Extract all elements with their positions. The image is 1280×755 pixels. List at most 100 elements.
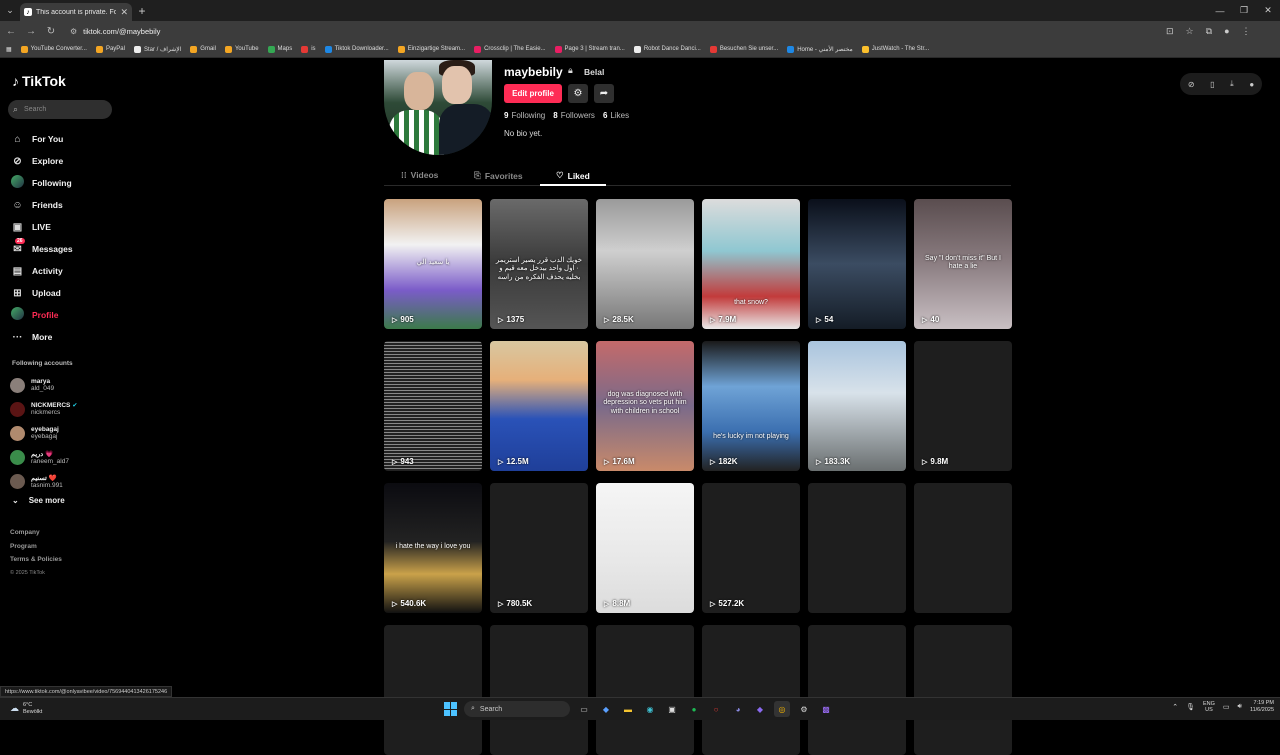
sidebar-item-explore[interactable]: ⊘ Explore <box>11 150 73 172</box>
bookmark-item[interactable]: Gmail <box>190 45 216 53</box>
browser-tab[interactable]: ♪ This account is private. Follow t ✕ <box>20 3 132 21</box>
video-thumbnail[interactable] <box>490 625 588 755</box>
sidebar-item-following[interactable]: Following <box>11 172 73 194</box>
video-thumbnail[interactable]: that snow? ▷ 7.9M <box>702 199 800 329</box>
tab-favorites[interactable]: ⎘ Favorites <box>474 170 523 181</box>
video-thumbnail[interactable] <box>808 625 906 755</box>
user-avatar-icon[interactable]: ● <box>1249 80 1254 89</box>
chrome-icon[interactable]: ◎ <box>774 701 790 717</box>
opera-icon[interactable]: ○ <box>708 701 724 717</box>
close-window-icon[interactable]: ✕ <box>1256 0 1280 21</box>
see-more-button[interactable]: ⌄ See more <box>12 496 65 505</box>
url-field[interactable]: ⚙ tiktok.com/@maybebily <box>66 23 1146 39</box>
video-thumbnail[interactable] <box>384 625 482 755</box>
sidebar-item-messages[interactable]: ✉ 26 Messages <box>11 237 73 260</box>
microphone-icon[interactable]: 🎙︎ <box>1186 703 1195 711</box>
tiktok-logo[interactable]: ♪ TikTok <box>12 73 66 89</box>
footer-link-company[interactable]: Company <box>10 529 62 543</box>
video-thumbnail[interactable]: ▷ 943 <box>384 341 482 471</box>
back-icon[interactable]: ← <box>6 26 16 37</box>
tray-chevron-icon[interactable]: ⌃ <box>1172 703 1178 711</box>
share-icon[interactable]: ➦ <box>594 84 614 103</box>
sidebar-item-for-you[interactable]: ⌂ For You <box>11 128 73 150</box>
edit-profile-button[interactable]: Edit profile <box>504 84 562 103</box>
new-tab-icon[interactable]: + <box>132 4 152 18</box>
bookmark-item[interactable]: Tiktok Downloader... <box>324 45 389 53</box>
weather-widget[interactable]: ☁ 6°C Bewölkt <box>10 702 42 715</box>
video-thumbnail[interactable]: ▷ 8.8M <box>596 483 694 613</box>
spotify-icon[interactable]: ● <box>686 701 702 717</box>
bookmark-item[interactable]: Maps <box>267 45 292 53</box>
tab-liked[interactable]: ♡ Liked <box>556 170 590 181</box>
video-thumbnail[interactable]: ▷ 9.8M <box>914 341 1012 471</box>
sidebar-item-friends[interactable]: ☺ Friends <box>11 194 73 216</box>
bookmark-item[interactable]: YouTube Converter... <box>20 45 87 53</box>
clock[interactable]: 7:19 PM 11/6/2025 <box>1250 700 1274 714</box>
bookmark-item[interactable]: Home - مختصر الأمني <box>787 45 853 53</box>
bookmark-star-icon[interactable]: ☆ <box>1186 26 1194 37</box>
following-stat[interactable]: 9 Following <box>504 111 545 120</box>
visual-studio-icon[interactable]: ◆ <box>752 701 768 717</box>
browser-menu-icon[interactable]: ⋮ <box>1242 26 1251 37</box>
task-view-icon[interactable]: ▭ <box>576 701 592 717</box>
video-thumbnail[interactable]: he's lucky im not playing ▷ 182K <box>702 341 800 471</box>
settings-icon[interactable]: ⚙ <box>796 701 812 717</box>
footer-link-program[interactable]: Program <box>10 543 62 557</box>
tab-search-icon[interactable]: ⌄ <box>0 0 20 21</box>
apps-grid-icon[interactable]: ▦ <box>6 46 12 53</box>
restore-icon[interactable]: ❐ <box>1232 0 1256 21</box>
video-thumbnail[interactable]: خويك الدب قرر يصير استريمر · اول واحد بي… <box>490 199 588 329</box>
bookmark-item[interactable]: Robot Dance Danci... <box>633 45 701 53</box>
search-input[interactable]: ⌕ Search <box>8 100 112 119</box>
video-thumbnail[interactable]: ▷ 527.2K <box>702 483 800 613</box>
bookmark-item[interactable]: YouTube <box>224 45 259 53</box>
tab-close-icon[interactable]: ✕ <box>120 7 128 18</box>
tab-videos[interactable]: ⁞⁞ Videos <box>401 170 438 180</box>
sidebar-item-live[interactable]: ▣ LIVE <box>11 216 73 238</box>
following-account[interactable]: تسنيم ❤️ tasnim.991 <box>10 469 81 493</box>
compass-icon[interactable]: ⊘ <box>1188 80 1195 89</box>
bookmark-item[interactable]: Page 3 | Stream tran... <box>554 45 625 53</box>
minimize-icon[interactable]: — <box>1208 0 1232 21</box>
install-app-icon[interactable]: ⊡ <box>1166 26 1174 37</box>
video-thumbnail[interactable]: Say "I don't miss it" But I hate a lie ▷ 4… <box>914 199 1012 329</box>
extensions-icon[interactable]: ⧉ <box>1206 26 1212 37</box>
video-thumbnail[interactable]: dog was diagnosed with depression so vet… <box>596 341 694 471</box>
bookmark-item[interactable]: Crossclip | The Easie... <box>474 45 546 53</box>
store-icon[interactable]: ▣ <box>664 701 680 717</box>
sidebar-item-more[interactable]: ··· More <box>11 326 73 348</box>
volume-icon[interactable]: 🔊︎ <box>1238 703 1242 711</box>
video-thumbnail[interactable] <box>914 483 1012 613</box>
copilot-icon[interactable]: ◆ <box>598 701 614 717</box>
bookmark-item[interactable]: PayPal <box>95 45 125 53</box>
sidebar-item-upload[interactable]: ⊞ Upload <box>11 282 73 304</box>
following-account[interactable]: marya ald_049 <box>10 373 81 397</box>
browser-profile-icon[interactable]: ● <box>1224 26 1229 37</box>
video-thumbnail[interactable]: ▷ 54 <box>808 199 906 329</box>
video-thumbnail[interactable]: i hate the way i love you ▷ 540.6K <box>384 483 482 613</box>
forward-icon[interactable]: → <box>26 26 36 37</box>
following-account[interactable]: دريم 💗 raneem_ald7 <box>10 445 81 469</box>
video-thumbnail[interactable] <box>914 625 1012 755</box>
bookmark-item[interactable]: Besuchen Sie unser... <box>709 45 778 53</box>
download-icon[interactable]: ⤓ <box>1230 79 1234 89</box>
video-thumbnail[interactable] <box>808 483 906 613</box>
bookmark-item[interactable]: is <box>301 45 316 53</box>
phone-icon[interactable]: ▯ <box>1210 80 1214 89</box>
video-thumbnail[interactable] <box>702 625 800 755</box>
bookmark-item[interactable]: Star / الإشراف <box>133 45 181 53</box>
site-info-icon[interactable]: ⚙ <box>70 27 77 36</box>
footer-link-terms[interactable]: Terms & Policies <box>10 556 62 570</box>
windows-start-icon[interactable] <box>444 702 458 716</box>
video-thumbnail[interactable] <box>596 625 694 755</box>
following-account[interactable]: NICKMERCS nickmercs ✔ <box>10 397 81 421</box>
settings-gear-icon[interactable]: ⚙ <box>568 84 588 103</box>
video-thumbnail[interactable]: ▷ 12.5M <box>490 341 588 471</box>
edge-icon[interactable]: ◉ <box>642 701 658 717</box>
language-indicator[interactable]: ENG US <box>1203 701 1215 714</box>
following-account[interactable]: eyebagaj eyebagaj <box>10 421 81 445</box>
discord-icon[interactable]: ◕ <box>730 701 746 717</box>
bookmark-item[interactable]: Einzigartige Stream... <box>397 45 465 53</box>
video-thumbnail[interactable]: يا سعيد الي ▷ 905 <box>384 199 482 329</box>
video-thumbnail[interactable]: ▷ 183.3K <box>808 341 906 471</box>
